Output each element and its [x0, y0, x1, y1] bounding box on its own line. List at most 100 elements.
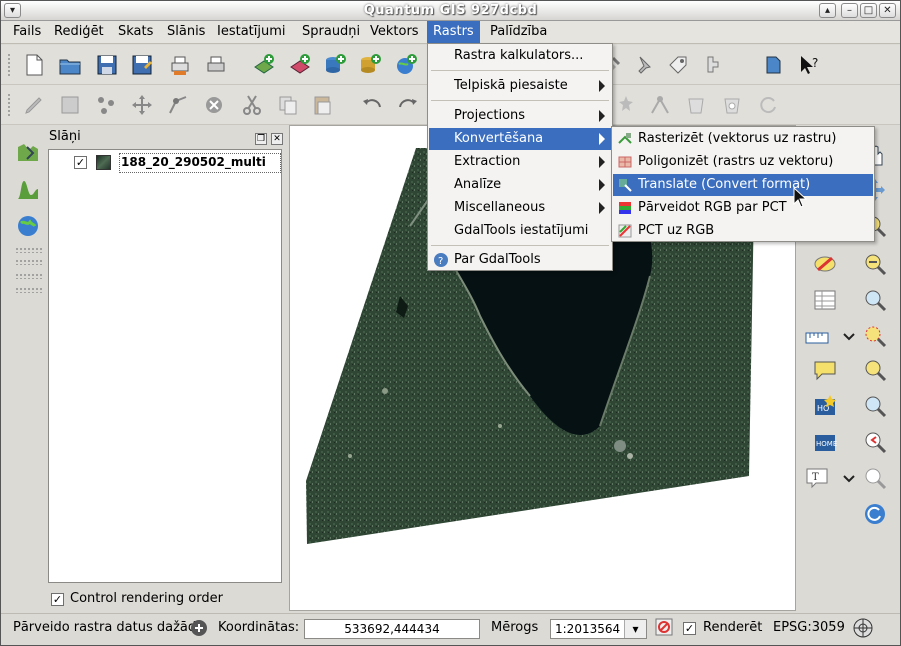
window-close-button[interactable]: ✕: [879, 3, 896, 18]
zoom-to-selection-icon[interactable]: [862, 323, 888, 349]
deselect-icon[interactable]: [812, 251, 838, 277]
conversion-submenu: Rasterizēt (vektorus uz rastru) Poligoni…: [611, 126, 875, 242]
menu-layer[interactable]: Slānis: [165, 24, 207, 39]
show-bookmarks-icon[interactable]: HOME: [812, 429, 838, 455]
copy-features-icon[interactable]: [275, 92, 301, 118]
reshape-icon[interactable]: [755, 92, 781, 118]
coordinates-field[interactable]: 533692,444434: [304, 619, 480, 639]
measure-line-icon[interactable]: [804, 323, 830, 349]
menu-raster[interactable]: Rastrs: [427, 21, 480, 44]
menu-item-miscellaneous[interactable]: Miscellaneous: [429, 197, 611, 219]
map-tips-icon[interactable]: [812, 357, 838, 383]
add-vector-layer-icon[interactable]: [251, 52, 277, 78]
measure-dropdown-icon[interactable]: [836, 323, 855, 349]
split-features-icon[interactable]: [647, 92, 673, 118]
scale-combo[interactable]: 1:2013564 ▾: [550, 619, 647, 639]
toolbar-grip[interactable]: [7, 53, 11, 77]
menu-item-gdaltools-settings[interactable]: GdalTools iestatījumi: [429, 220, 611, 242]
menu-item-about-gdaltools[interactable]: ? Par GdalTools: [429, 249, 611, 271]
new-bookmark-icon[interactable]: HO: [812, 393, 838, 419]
menu-item-translate[interactable]: Translate (Convert format): [613, 174, 873, 196]
menu-plugins[interactable]: Spraudņi: [300, 24, 362, 39]
toolbar-grip[interactable]: [15, 247, 43, 253]
add-wms-layer-icon[interactable]: [393, 52, 419, 78]
cut-features-icon[interactable]: [239, 92, 265, 118]
menu-item-extraction[interactable]: Extraction: [429, 151, 611, 173]
histogram-icon[interactable]: [15, 177, 41, 203]
stop-render-icon[interactable]: [654, 617, 674, 641]
chevron-down-icon[interactable]: ▾: [624, 620, 646, 638]
zoom-native-icon[interactable]: [862, 393, 888, 419]
menu-item-analysis[interactable]: Analīze: [429, 174, 611, 196]
coordinates-label: Koordinātas:: [218, 620, 300, 635]
menu-view[interactable]: Skats: [116, 24, 155, 39]
float-panel-icon[interactable]: ❐: [255, 133, 267, 145]
menu-vector[interactable]: Vektors: [368, 24, 421, 39]
save-as-icon[interactable]: [129, 52, 155, 78]
annotation-dropdown-icon[interactable]: [836, 465, 855, 491]
menu-edit[interactable]: Rediģēt: [52, 24, 106, 39]
toggle-editing-icon[interactable]: [21, 92, 47, 118]
menu-item-rgb-to-pct[interactable]: Pārveidot RGB par PCT: [613, 197, 873, 219]
attribute-table-icon[interactable]: [812, 287, 838, 313]
zoom-last-icon[interactable]: [862, 429, 888, 455]
add-raster-layer-icon[interactable]: [287, 52, 313, 78]
window-collapse-button[interactable]: ▴: [819, 3, 836, 18]
plugin-manager-icon[interactable]: [701, 52, 727, 78]
save-edits-icon[interactable]: [57, 92, 83, 118]
advanced-edit-icon[interactable]: [613, 92, 639, 118]
menu-item-pct-to-rgb[interactable]: PCT uz RGB: [613, 220, 873, 242]
render-checkbox[interactable]: ✓: [683, 622, 696, 635]
add-island-icon[interactable]: [719, 92, 745, 118]
whats-this-icon[interactable]: ?: [796, 52, 822, 78]
zoom-full-icon[interactable]: [862, 287, 888, 313]
window-maximize-button[interactable]: □: [860, 3, 877, 18]
new-project-icon[interactable]: [21, 52, 47, 78]
menu-settings[interactable]: Iestatījumi: [215, 24, 288, 39]
projection-globe-icon[interactable]: [852, 617, 874, 643]
zoom-to-layer-icon[interactable]: [862, 357, 888, 383]
layer-list[interactable]: ✓ 188_20_290502_multi: [48, 149, 282, 583]
delete-selected-icon[interactable]: [201, 92, 227, 118]
capture-point-icon[interactable]: [93, 92, 119, 118]
undo-icon[interactable]: [359, 92, 385, 118]
plugin-tag-icon[interactable]: [665, 52, 691, 78]
toolbar-grip[interactable]: [7, 93, 11, 117]
menu-file[interactable]: Fails: [11, 24, 43, 39]
menu-item-rasterize[interactable]: Rasterizēt (vektorus uz rastru): [613, 128, 873, 150]
close-panel-icon[interactable]: ✕: [271, 133, 283, 145]
menu-item-raster-calculator[interactable]: Rastra kalkulators...: [429, 45, 611, 67]
add-spatialite-layer-icon[interactable]: [357, 52, 383, 78]
window-minimize-button[interactable]: –: [841, 3, 858, 18]
menu-item-projections[interactable]: Projections: [429, 105, 611, 127]
globe-icon[interactable]: [15, 213, 41, 239]
control-rendering-order-checkbox[interactable]: ✓: [51, 593, 64, 606]
print-icon[interactable]: [203, 52, 229, 78]
zoom-next-icon[interactable]: [862, 465, 888, 491]
zoom-out-icon[interactable]: [862, 251, 888, 277]
print-composer-icon[interactable]: [167, 52, 193, 78]
save-project-icon[interactable]: [94, 52, 120, 78]
add-ring-icon[interactable]: [683, 92, 709, 118]
crs-label[interactable]: EPSG:3059: [773, 620, 845, 635]
refresh-icon[interactable]: [862, 501, 888, 527]
toggle-layer-icon[interactable]: [15, 141, 41, 167]
plugin-pin-icon[interactable]: [631, 52, 657, 78]
help-contents-icon[interactable]: [761, 52, 787, 78]
toolbar-grip[interactable]: [15, 259, 43, 265]
menu-item-georeferencer[interactable]: Telpiskā piesaiste: [429, 75, 611, 97]
toolbar-grip[interactable]: [15, 273, 43, 279]
text-annotation-icon[interactable]: T: [804, 465, 830, 491]
menu-item-conversion[interactable]: Konvertēšana: [429, 128, 611, 150]
layer-visibility-checkbox[interactable]: ✓: [74, 156, 87, 169]
menu-item-polygonize[interactable]: Poligonizēt (rastrs uz vektoru): [613, 151, 873, 173]
redo-icon[interactable]: [395, 92, 421, 118]
open-project-icon[interactable]: [57, 52, 83, 78]
move-feature-icon[interactable]: [129, 92, 155, 118]
add-postgis-layer-icon[interactable]: [322, 52, 348, 78]
node-tool-icon[interactable]: [165, 92, 191, 118]
layer-item[interactable]: ✓ 188_20_290502_multi: [49, 152, 281, 174]
paste-features-icon[interactable]: [309, 92, 335, 118]
menu-help[interactable]: Palīdzība: [488, 24, 549, 39]
toolbar-grip[interactable]: [15, 287, 43, 293]
